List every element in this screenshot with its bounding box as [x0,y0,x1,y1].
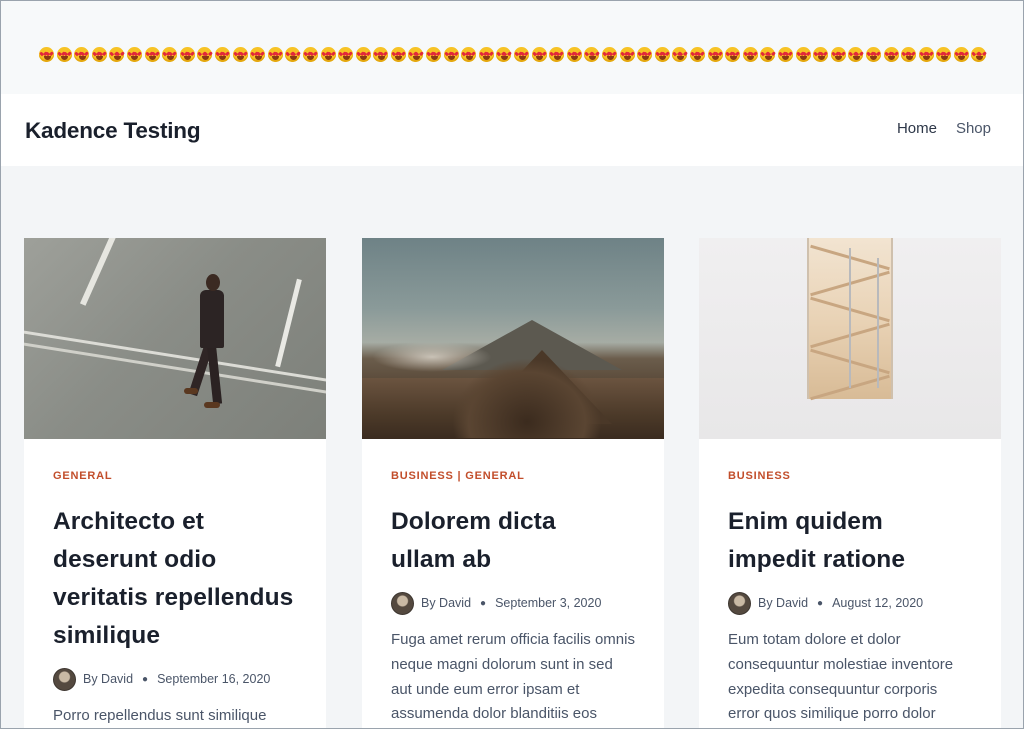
heart-eyes-emoji-icon [390,46,408,63]
heart-eyes-emoji-icon [108,46,126,63]
heart-eyes-emoji-icon [267,46,285,63]
heart-eyes-emoji-icon [513,46,531,63]
heart-eyes-emoji-icon [566,46,584,63]
heart-eyes-emoji-icon [671,46,689,63]
post-thumbnail[interactable] [24,238,326,439]
post-date: September 3, 2020 [495,596,602,610]
author-avatar[interactable] [391,591,414,615]
heart-eyes-emoji-icon [724,46,742,63]
heart-eyes-emoji-icon [249,46,267,63]
post-title[interactable]: Enim quidem impedit ratione [728,503,928,579]
heart-eyes-emoji-icon [355,46,373,63]
heart-eyes-emoji-icon [970,46,988,63]
post-excerpt: Eum totam dolore et dolor consequuntur m… [728,631,954,723]
heart-eyes-emoji-icon [337,46,355,63]
heart-eyes-emoji-icon [73,46,91,63]
post-categories[interactable]: GENERAL [53,470,297,486]
author-avatar[interactable] [728,591,751,615]
nav-item-shop[interactable]: Shop [956,120,991,137]
heart-eyes-emoji-icon [478,46,496,63]
heart-eyes-emoji-icon [56,46,74,63]
site-title[interactable]: Kadence Testing [25,118,201,144]
meta-separator: ● [480,597,487,609]
heart-eyes-emoji-icon [812,46,830,63]
heart-eyes-emoji-icon [707,46,725,63]
meta-separator: ● [142,673,149,685]
heart-eyes-emoji-icon [179,46,197,63]
heart-eyes-emoji-icon [372,46,390,63]
post-card: BUSINESS Enim quidem impedit ratione By … [699,238,1001,729]
heart-eyes-emoji-icon [425,46,443,63]
post-thumbnail[interactable] [362,238,664,439]
heart-eyes-emoji-icon [232,46,250,63]
nav-item-home[interactable]: Home [897,120,937,137]
meta-separator: ● [817,597,824,609]
heart-eyes-emoji-icon [407,46,425,63]
post-card: BUSINESS | GENERAL Dolorem dicta ullam a… [362,238,664,729]
heart-eyes-emoji-icon [865,46,883,63]
heart-eyes-emoji-icon [900,46,918,63]
heart-eyes-emoji-icon [847,46,865,63]
heart-eyes-emoji-icon [636,46,654,63]
post-meta: By David ● August 12, 2020 [728,591,972,615]
site-header: Kadence Testing Home Shop [0,94,1024,166]
post-categories[interactable]: BUSINESS | GENERAL [391,470,635,486]
heart-eyes-emoji-icon [126,46,144,63]
heart-eyes-emoji-icon [935,46,953,63]
heart-eyes-emoji-icon [953,46,971,63]
heart-eyes-emoji-icon [460,46,478,63]
heart-eyes-emoji-icon [742,46,760,63]
top-banner [0,0,1024,94]
post-thumbnail[interactable] [699,238,1001,439]
post-title[interactable]: Architecto et deserunt odio veritatis re… [53,503,297,655]
post-date: August 12, 2020 [832,596,924,610]
heart-eyes-emoji-icon [443,46,461,63]
heart-eyes-emoji-icon [654,46,672,63]
author-avatar[interactable] [53,667,76,691]
post-title[interactable]: Dolorem dicta ullam ab [391,503,581,579]
heart-eyes-emoji-icon [302,46,320,63]
heart-eyes-emoji-icon [320,46,338,63]
post-meta: By David ● September 16, 2020 [53,667,297,691]
heart-eyes-emoji-icon [918,46,936,63]
heart-eyes-emoji-icon [38,46,56,63]
heart-eyes-emoji-icon [214,46,232,63]
post-meta: By David ● September 3, 2020 [391,591,635,615]
heart-eyes-emoji-icon [284,46,302,63]
heart-eyes-emoji-icon [144,46,162,63]
heart-eyes-emoji-icon [795,46,813,63]
heart-eyes-emoji-icon [548,46,566,63]
heart-eyes-emoji-icon [830,46,848,63]
heart-eyes-emoji-icon [196,46,214,63]
post-card: GENERAL Architecto et deserunt odio veri… [24,238,326,729]
post-date: September 16, 2020 [157,672,271,686]
post-categories[interactable]: BUSINESS [728,470,972,486]
heart-eyes-emoji-icon [619,46,637,63]
heart-eyes-emoji-icon [91,46,109,63]
heart-eyes-emoji-icon [531,46,549,63]
heart-eyes-emoji-icon [495,46,513,63]
heart-eyes-emoji-icon [601,46,619,63]
heart-eyes-emoji-icon [583,46,601,63]
heart-eyes-emoji-icon [689,46,707,63]
emoji-strip [38,46,988,66]
post-excerpt: Fuga amet rerum officia facilis omnis ne… [391,631,635,723]
heart-eyes-emoji-icon [777,46,795,63]
heart-eyes-emoji-icon [161,46,179,63]
heart-eyes-emoji-icon [883,46,901,63]
heart-eyes-emoji-icon [759,46,777,63]
post-author[interactable]: By David [83,672,133,686]
post-excerpt: Porro repellendus sunt similique [53,707,267,724]
post-author[interactable]: By David [421,596,471,610]
primary-nav: Home Shop [897,120,991,137]
post-author[interactable]: By David [758,596,808,610]
